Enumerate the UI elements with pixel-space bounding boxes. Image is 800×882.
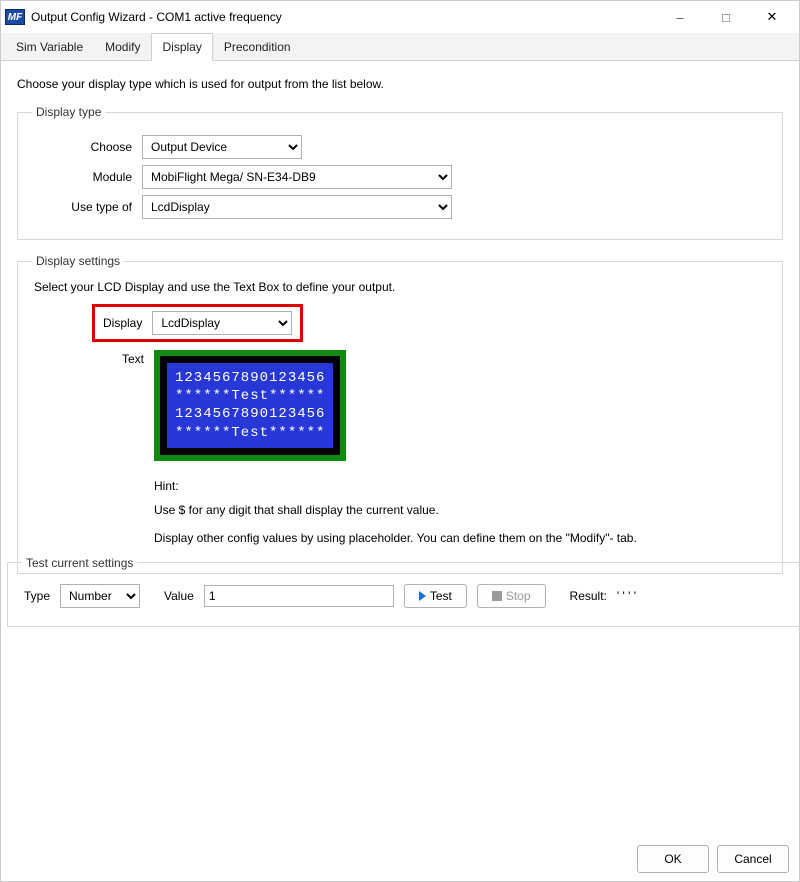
display-type-legend: Display type: [32, 105, 105, 119]
display-label: Display: [103, 316, 152, 330]
tab-sim-variable[interactable]: Sim Variable: [5, 33, 94, 61]
display-settings-group: Display settings Select your LCD Display…: [17, 254, 783, 574]
text-label: Text: [44, 350, 154, 366]
tab-display[interactable]: Display: [151, 33, 212, 61]
hints-section: Hint: Use $ for any digit that shall dis…: [154, 479, 768, 545]
tab-bar: Sim Variable Modify Display Precondition: [1, 33, 799, 61]
test-settings-group: Test current settings Type Number Value …: [7, 556, 800, 627]
module-select[interactable]: MobiFlight Mega/ SN-E34-DB9: [142, 165, 452, 189]
ok-button[interactable]: OK: [637, 845, 709, 873]
type-select[interactable]: Number: [60, 584, 140, 608]
maximize-button[interactable]: □: [703, 2, 749, 32]
hint-text-1: Use $ for any digit that shall display t…: [154, 503, 768, 517]
choose-label: Choose: [32, 140, 142, 154]
stop-icon: [492, 591, 502, 601]
use-type-label: Use type of: [32, 200, 142, 214]
display-settings-legend: Display settings: [32, 254, 124, 268]
hint-text-2: Display other config values by using pla…: [154, 531, 768, 545]
content-area: Choose your display type which is used f…: [1, 61, 799, 600]
value-label: Value: [164, 589, 194, 603]
use-type-select[interactable]: LcdDisplay: [142, 195, 452, 219]
module-label: Module: [32, 170, 142, 184]
close-button[interactable]: ✕: [749, 2, 795, 32]
stop-button[interactable]: Stop: [477, 584, 546, 608]
titlebar: MF Output Config Wizard - COM1 active fr…: [1, 1, 799, 33]
result-value: ' ' ' ': [617, 589, 636, 603]
display-type-group: Display type Choose Output Device Module…: [17, 105, 783, 240]
display-settings-subtext: Select your LCD Display and use the Text…: [34, 280, 768, 294]
lcd-display-frame: 1234567890123456 ******Test****** 123456…: [154, 350, 346, 461]
display-select-highlight: Display LcdDisplay: [92, 304, 303, 342]
play-icon: [419, 591, 426, 601]
test-button[interactable]: Test: [404, 584, 467, 608]
lcd-text-area[interactable]: 1234567890123456 ******Test****** 123456…: [160, 356, 340, 455]
dialog-button-bar: OK Cancel: [637, 845, 789, 873]
minimize-button[interactable]: –: [657, 2, 703, 32]
display-select[interactable]: LcdDisplay: [152, 311, 292, 335]
result-label: Result:: [570, 589, 607, 603]
cancel-button[interactable]: Cancel: [717, 845, 789, 873]
test-settings-legend: Test current settings: [22, 556, 137, 570]
hint-label: Hint:: [154, 479, 768, 493]
window-controls: – □ ✕: [657, 2, 795, 32]
intro-text: Choose your display type which is used f…: [17, 77, 783, 91]
choose-select[interactable]: Output Device: [142, 135, 302, 159]
type-label: Type: [24, 589, 50, 603]
value-input[interactable]: [204, 585, 394, 607]
tab-precondition[interactable]: Precondition: [213, 33, 302, 61]
window-title: Output Config Wizard - COM1 active frequ…: [31, 10, 657, 24]
tab-modify[interactable]: Modify: [94, 33, 151, 61]
app-icon: MF: [5, 9, 25, 25]
